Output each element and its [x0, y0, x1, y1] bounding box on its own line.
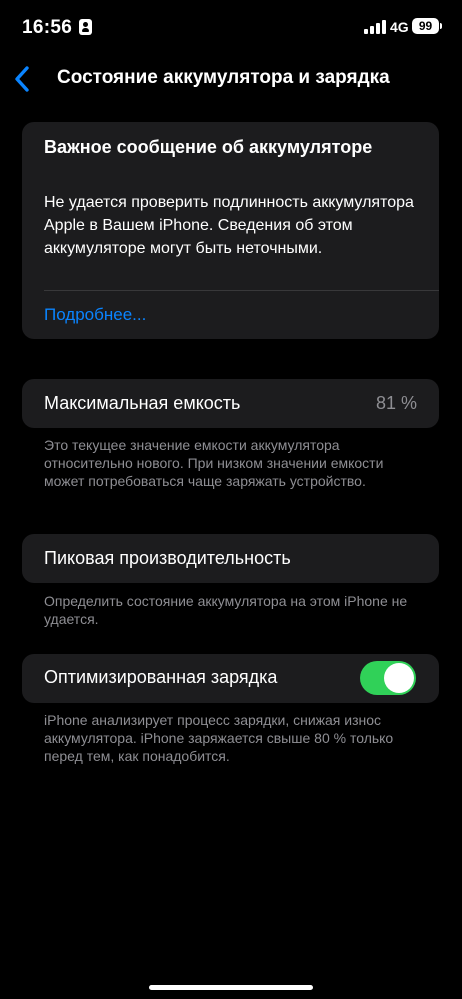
optimized-charging-row: Оптимизированная зарядка	[22, 654, 439, 703]
divider	[44, 290, 439, 291]
optimized-charging-label: Оптимизированная зарядка	[44, 667, 278, 687]
peak-performance-row: Пиковая производительность	[22, 534, 439, 583]
alert-body: Не удается проверить подлинность аккумул…	[44, 194, 414, 257]
home-indicator[interactable]	[149, 985, 313, 990]
optimized-charging-toggle[interactable]	[360, 661, 416, 695]
cellular-signal-icon	[364, 20, 386, 34]
page-title: Состояние аккумулятора и зарядка	[57, 67, 390, 88]
chevron-left-icon[interactable]	[12, 66, 32, 92]
status-bar: 16:56 4G 99	[0, 0, 462, 56]
toggle-knob	[384, 663, 414, 693]
max-capacity-row: Максимальная емкость 81 %	[22, 379, 439, 428]
navigation-bar: Состояние аккумулятора и зарядка	[0, 56, 462, 102]
battery-alert-card: Важное сообщение об аккумуляторе Не удае…	[22, 122, 439, 339]
max-capacity-footnote: Это текущее значение емкости аккумулятор…	[44, 437, 384, 489]
peak-performance-footnote: Определить состояние аккумулятора на это…	[44, 593, 408, 627]
max-capacity-label: Максимальная емкость	[44, 393, 241, 413]
status-time: 16:56	[22, 17, 73, 38]
max-capacity-value: 81 %	[375, 393, 417, 413]
optimized-charging-footnote: iPhone анализирует процесс зарядки, сниж…	[44, 712, 394, 764]
peak-performance-label: Пиковая производительность	[44, 548, 291, 568]
battery-icon: 99	[412, 18, 439, 34]
alert-title: Важное сообщение об аккумуляторе	[44, 137, 373, 157]
network-type: 4G	[390, 19, 409, 35]
learn-more-link[interactable]: Подробнее...	[44, 305, 146, 325]
person-icon	[79, 19, 92, 35]
battery-tip	[440, 23, 442, 29]
